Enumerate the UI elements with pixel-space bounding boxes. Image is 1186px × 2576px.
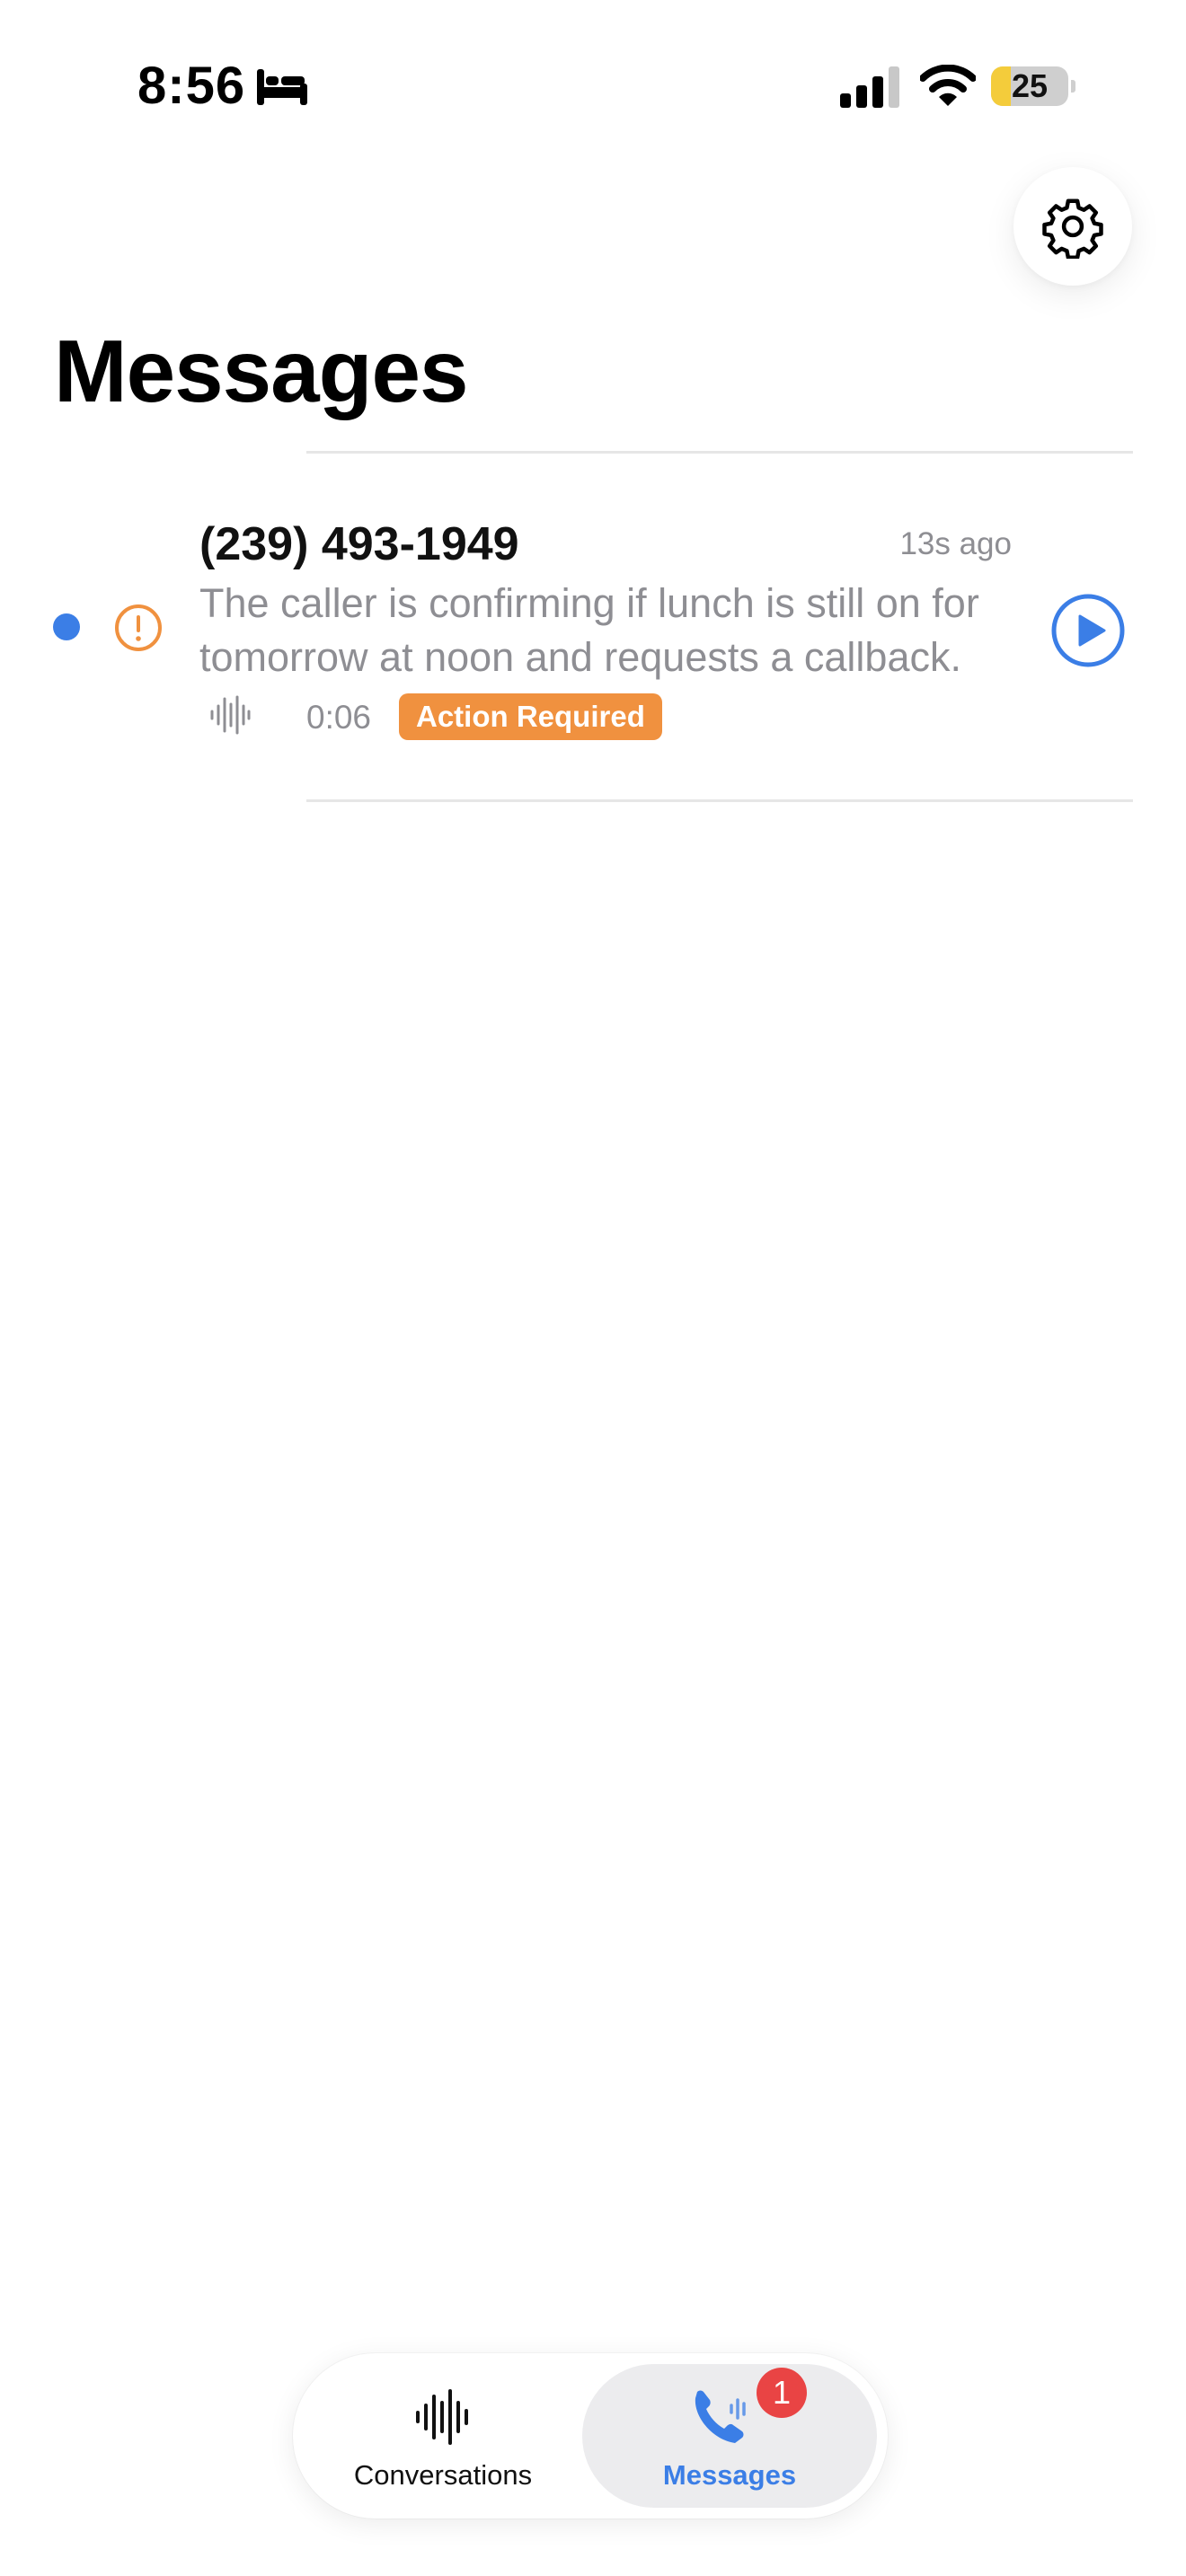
message-duration: 0:06: [306, 699, 372, 736]
settings-button[interactable]: [1013, 167, 1132, 286]
message-row[interactable]: (239) 493-1949 13s ago The caller is con…: [0, 454, 1186, 799]
page-title: Messages: [54, 322, 469, 420]
waveform-icon: [416, 2389, 468, 2445]
gear-icon: [1042, 198, 1103, 259]
battery-level: 25: [1011, 67, 1049, 104]
tab-bar: Conversations 1 Messages: [293, 2353, 888, 2519]
tab-messages[interactable]: 1 Messages: [582, 2364, 877, 2508]
unread-count-badge: 1: [757, 2368, 807, 2418]
play-circle-icon[interactable]: [1050, 593, 1126, 668]
divider-bottom: [306, 799, 1133, 802]
tab-conversations[interactable]: Conversations: [304, 2364, 582, 2508]
tab-label-messages: Messages: [662, 2459, 797, 2491]
wifi-icon: [920, 65, 976, 106]
battery-indicator: 25: [991, 66, 1075, 106]
unread-indicator: [53, 613, 80, 640]
exclamation-circle-icon: [115, 604, 162, 651]
status-time: 8:56: [137, 57, 246, 115]
bed-icon: [257, 69, 307, 105]
tab-label-conversations: Conversations: [353, 2459, 533, 2491]
waveform-icon: [210, 695, 251, 735]
message-timestamp: 13s ago: [899, 526, 1012, 561]
messages-screen: 8:56 25 Messages (239) 493-1949 13s ago …: [0, 0, 1186, 2576]
status-bar: 8:56 25: [0, 0, 1186, 171]
message-summary: The caller is confirming if lunch is sti…: [199, 580, 979, 680]
caller-number: (239) 493-1949: [199, 518, 519, 570]
status-badge: Action Required: [399, 693, 662, 740]
divider-top: [306, 451, 1133, 454]
cellular-signal-icon: [840, 66, 899, 108]
